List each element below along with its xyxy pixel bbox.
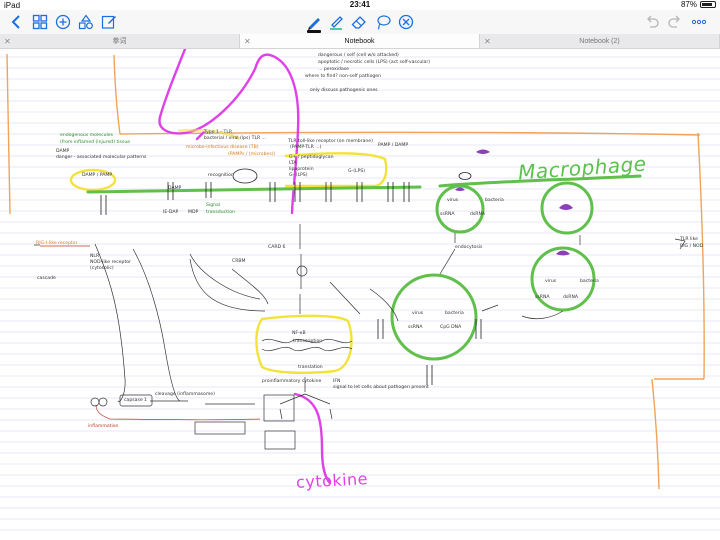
- note-g-lps: G-(LPS): [348, 169, 366, 174]
- battery-icon: [700, 1, 716, 8]
- status-bar: iPad 23:41 87%: [0, 0, 720, 10]
- note-dsrna-2: dsRNA: [563, 295, 579, 300]
- note-card6: CARD 6: [268, 245, 286, 250]
- note-dsrna-1: dsRNA: [470, 212, 486, 217]
- note-rig-i: RIG-I-like receptor: [36, 241, 78, 246]
- note-tlr-box-2: lipoprotein: [289, 167, 314, 172]
- back-icon[interactable]: [8, 13, 26, 31]
- clock: 23:41: [349, 0, 371, 9]
- note-bacteria-2: bacteria: [580, 279, 599, 284]
- note-top-list-2: ... peroxidase: [318, 67, 349, 72]
- yellow-highlights: [69, 128, 388, 375]
- note-mdp: MDP: [188, 210, 199, 215]
- note-damp-def: DAMP: [56, 149, 70, 154]
- tab-notebook-2[interactable]: ✕ Notebook (2): [480, 34, 720, 48]
- note-inflammation: inflammation: [88, 424, 119, 429]
- note-virus-3: virus: [412, 311, 424, 316]
- tab-bar: ✕ 拳词 ✕ Notebook ✕ Notebook (2): [0, 34, 720, 49]
- note-ssrna-3: ssRNA: [408, 325, 423, 330]
- remove-tool-icon[interactable]: [397, 13, 415, 31]
- note-bacteria-3: bacteria: [445, 311, 464, 316]
- note-from-inflamed: (from inflamed (injured) tissue: [60, 140, 131, 145]
- active-tool-indicator: [307, 30, 321, 33]
- note-right-margin-1: RIG / NOD: [680, 244, 704, 249]
- note-virus-2: virus: [545, 279, 557, 284]
- close-icon[interactable]: ✕: [244, 37, 251, 46]
- note-tlr-title: TLR toll-like receptor (on membrane): [288, 139, 373, 144]
- membrane: [86, 174, 642, 361]
- lasso-tool-icon[interactable]: [374, 13, 392, 31]
- note-right-margin-0: TLR like: [680, 237, 698, 242]
- note-signal-to-cell: signal to let cells about pathogen prese…: [333, 385, 429, 390]
- note-signal: Signal: [206, 203, 221, 208]
- note-tlr-box-3: G- (LPS): [289, 173, 308, 178]
- shapes-icon[interactable]: [77, 13, 95, 31]
- note-capsase: capsase 1: [124, 398, 148, 403]
- note-damp-mid: DAMP: [168, 186, 182, 191]
- tab-notebook[interactable]: ✕ Notebook: [240, 34, 480, 48]
- note-top-list-4: only discuss pathogenic ones: [310, 88, 378, 93]
- note-type1-tlr: Type 1 - TLR: [204, 130, 233, 135]
- note-infectious: microbe-infectious disease (TB): [186, 145, 259, 150]
- grid-view-icon[interactable]: [31, 13, 49, 31]
- note-top-list-0: dangerous / self (cell w/o attacked): [318, 53, 399, 58]
- tab-label: Notebook (2): [579, 37, 620, 45]
- close-icon[interactable]: ✕: [484, 37, 491, 46]
- note-endocytosis: endocytosis: [455, 245, 483, 250]
- note-bacteria-1: bacteria: [485, 198, 504, 203]
- note-ssrna-1: ssRNA: [440, 212, 455, 217]
- note-cascade: cascade: [37, 276, 56, 281]
- drawing-layer: [0, 49, 720, 531]
- note-cytokine-proinf: proinflammatory cytokine: [262, 379, 322, 384]
- note-ie-dap: IE-DAP: [163, 210, 179, 215]
- more-icon[interactable]: [690, 13, 708, 31]
- note-nfkb: NF-κB: [292, 331, 306, 336]
- notebook-canvas[interactable]: dangerous / self (cell w/o attacked) apo…: [0, 49, 720, 540]
- eraser-tool-icon[interactable]: [350, 13, 368, 31]
- pathway-arrows: [34, 224, 686, 421]
- edit-icon[interactable]: [100, 13, 118, 31]
- note-tlr-box-1: LTA: [289, 161, 297, 166]
- close-icon[interactable]: ✕: [4, 37, 11, 46]
- tab-label: 拳词: [112, 38, 127, 45]
- note-transcription: transcription: [293, 339, 323, 344]
- redo-icon[interactable]: [666, 13, 684, 31]
- note-transduction: transduction: [206, 210, 235, 215]
- note-ssrna-2: ssRNA: [535, 295, 550, 300]
- note-virus-1: virus: [447, 198, 459, 203]
- note-tlr-box-0: G+ / peptidoglycan: [289, 155, 334, 160]
- note-nod-like: NOD-like receptor: [90, 260, 131, 265]
- undo-icon[interactable]: [643, 13, 661, 31]
- toolbar: [0, 10, 720, 34]
- highlighter-tool-icon[interactable]: [327, 13, 345, 31]
- pen-tool-icon[interactable]: [305, 13, 323, 33]
- note-top-list-3: where to find? non-self pathogen: [305, 74, 382, 79]
- note-type1-sub: bacterial / viral (lps) TLR ...: [204, 136, 267, 141]
- note-top-list-1: apoptotic / necrotic cells (LPS) (act se…: [318, 60, 431, 65]
- note-pamp-damp: PAMP / DAMP: [378, 143, 409, 148]
- battery-percent: 87%: [680, 0, 697, 9]
- note-cytosolic: (cytosolic): [90, 266, 114, 271]
- add-icon[interactable]: [54, 13, 72, 31]
- note-cleavage: cleavage (inflammasome): [155, 392, 215, 397]
- note-pamps: (PAMPs / (microbes)): [228, 152, 276, 157]
- note-damp-pamp: DAMP / PAMP: [82, 173, 113, 178]
- note-nlr: NLR: [90, 254, 100, 259]
- note-damp-full: danger - associated molecular patterns: [56, 155, 147, 160]
- cytokine-label: cytokine: [295, 469, 369, 492]
- note-endogenous: endogenous molecules: [60, 133, 114, 138]
- note-translation: translation: [298, 365, 323, 370]
- note-ifn: IFN: [333, 379, 341, 384]
- battery-status: 87%: [681, 0, 716, 9]
- note-cpg-dna: CpG DNA: [440, 325, 462, 330]
- tab-label: Notebook: [344, 37, 375, 45]
- note-crbm: CRBM: [232, 259, 246, 264]
- note-recognition: recognition: [208, 173, 234, 178]
- tab-0[interactable]: ✕ 拳词: [0, 34, 240, 48]
- note-tlr-sub: (PAMP-TLR ...): [290, 145, 322, 150]
